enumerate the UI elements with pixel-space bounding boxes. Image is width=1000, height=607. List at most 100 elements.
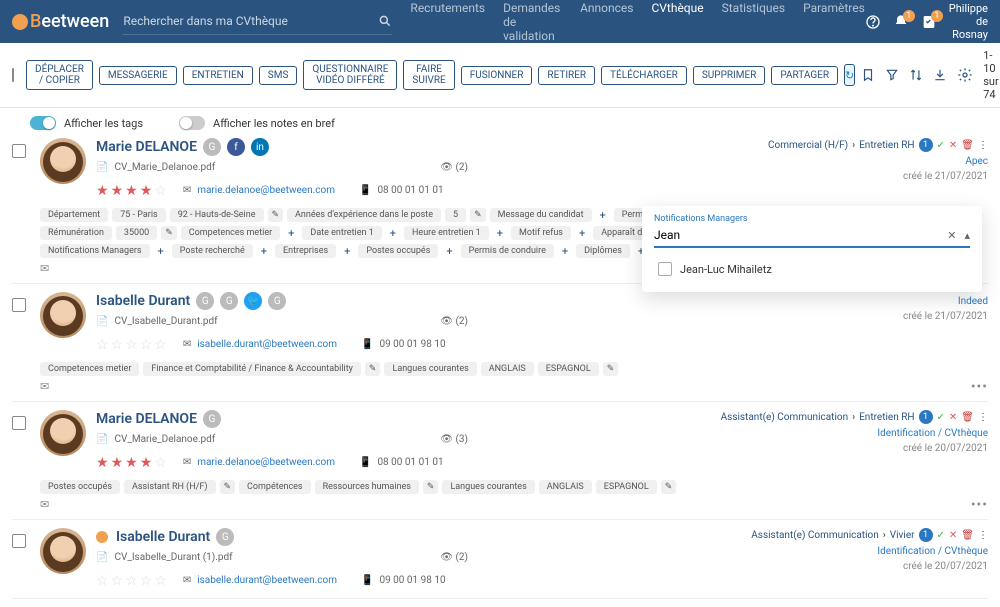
tag-chip[interactable]: ANGLAIS [481, 362, 534, 376]
add-tag-icon[interactable]: + [575, 227, 589, 240]
edit-tag-icon[interactable]: ✎ [423, 480, 439, 494]
nav-stats[interactable]: Statistiques [722, 0, 785, 55]
reject-icon[interactable]: ✕ [949, 530, 957, 541]
download-icon[interactable] [933, 68, 947, 82]
edit-tag-icon[interactable]: ✎ [268, 208, 284, 222]
job-link[interactable]: Assistant(e) Communication [751, 530, 878, 541]
star-rating[interactable]: ☆☆☆☆☆ [96, 337, 167, 353]
select-all-checkbox[interactable] [12, 68, 14, 82]
tag-chip[interactable]: Compétences [239, 480, 311, 494]
tag-chip[interactable]: Motif refus [511, 226, 571, 240]
btn-video[interactable]: QUESTIONNAIRE VIDÉO DIFFÉRÉ [303, 60, 397, 90]
source-link[interactable]: Identification / CVthèque [751, 546, 988, 557]
candidate-name[interactable]: Isabelle Durant [96, 293, 190, 309]
social-icon[interactable]: G [196, 292, 214, 310]
logo[interactable]: Beetween [12, 11, 109, 32]
filter-icon[interactable] [885, 68, 899, 82]
tag-chip[interactable]: Postes occupés [358, 244, 438, 258]
row-more-icon[interactable]: ••• [971, 497, 988, 513]
add-tag-icon[interactable]: + [257, 245, 271, 258]
sort-icon[interactable] [909, 68, 923, 82]
star-rating[interactable]: ☆☆☆☆☆ [96, 573, 167, 589]
toggle-notes[interactable] [179, 116, 205, 130]
social-icon[interactable]: G [220, 292, 238, 310]
tag-chip[interactable]: ESPAGNOL [538, 362, 599, 376]
bookmark-icon[interactable] [861, 68, 875, 82]
search-icon[interactable] [378, 14, 392, 28]
clear-icon[interactable]: ✕ [947, 229, 956, 242]
tag-chip[interactable]: ESPAGNOL [596, 480, 657, 494]
cv-filename[interactable]: CV_Isabelle_Durant.pdf [114, 316, 217, 327]
more-icon[interactable]: ⋮ [978, 412, 988, 423]
mail-outline-icon[interactable]: ✉ [12, 262, 49, 275]
candidate-name[interactable]: Marie DELANOE [96, 139, 197, 155]
tag-chip[interactable]: Heure entretien 1 [404, 226, 489, 240]
facebook-icon[interactable]: f [227, 138, 245, 156]
star-rating[interactable]: ★★★★☆ [96, 455, 167, 471]
delete-icon[interactable]: 🗑 [961, 412, 974, 423]
star-rating[interactable]: ★★★★☆ [96, 183, 167, 199]
source-link[interactable]: Identification / CVthèque [721, 428, 988, 439]
tag-chip[interactable]: Rémunération [40, 226, 112, 240]
social-icon[interactable]: G [268, 292, 286, 310]
source-link[interactable]: Apec [768, 156, 988, 167]
nav-cvtheque[interactable]: CVthèque [651, 0, 703, 55]
cv-filename[interactable]: CV_Marie_Delanoe.pdf [114, 162, 215, 173]
nav-params[interactable]: Paramètres [803, 0, 865, 55]
edit-tag-icon[interactable]: ✎ [470, 208, 486, 222]
add-tag-icon[interactable]: + [558, 245, 572, 258]
btn-telecharger[interactable]: TÉLÉCHARGER [601, 66, 687, 85]
btn-suivre[interactable]: FAIRE SUIVRE [403, 60, 454, 90]
more-icon[interactable]: ⋮ [978, 530, 988, 541]
stage-link[interactable]: Entretien RH [859, 412, 914, 423]
nav-validation[interactable]: Demandes de validation [503, 0, 562, 55]
tag-chip[interactable]: Permis de conduire [461, 244, 554, 258]
btn-entretien[interactable]: ENTRETIEN [183, 66, 253, 85]
mail-outline-icon[interactable]: ✉ [12, 380, 49, 393]
row-more-icon[interactable]: ••• [971, 379, 988, 395]
tag-chip[interactable]: Finance et Comptabilité / Finance & Acco… [143, 362, 361, 376]
btn-messagerie[interactable]: MESSAGERIE [99, 66, 177, 85]
tag-chip[interactable]: Assistant RH (H/F) [124, 480, 216, 494]
stage-link[interactable]: Entretien RH [859, 140, 914, 151]
edit-tag-icon[interactable]: ✎ [365, 362, 381, 376]
nav-annonces[interactable]: Annonces [580, 0, 633, 55]
btn-supprimer[interactable]: SUPPRIMER [693, 66, 766, 85]
email-link[interactable]: marie.delanoe@beetween.com [197, 185, 335, 196]
delete-icon[interactable]: 🗑 [961, 140, 974, 151]
edit-tag-icon[interactable]: ✎ [220, 480, 236, 494]
avatar[interactable] [40, 528, 86, 574]
add-tag-icon[interactable]: + [596, 209, 610, 222]
tag-chip[interactable]: Ressources humaines [315, 480, 419, 494]
btn-partager[interactable]: PARTAGER [771, 66, 838, 85]
user-menu[interactable]: Philippe de Rosnay [949, 2, 988, 42]
job-link[interactable]: Commercial (H/F) [768, 140, 848, 151]
row-checkbox[interactable] [12, 416, 26, 430]
reject-icon[interactable]: ✕ [949, 412, 957, 423]
option-checkbox[interactable] [658, 262, 672, 276]
add-tag-icon[interactable]: + [340, 245, 354, 258]
tag-chip[interactable]: Date entretien 1 [302, 226, 381, 240]
edit-tag-icon[interactable]: ✎ [603, 362, 619, 376]
social-icon[interactable]: G [203, 410, 221, 428]
stage-link[interactable]: Vivier [890, 530, 915, 541]
toggle-tags[interactable] [30, 116, 56, 130]
search-input[interactable]: Rechercher dans ma CVthèque [123, 8, 392, 35]
tag-chip[interactable]: 92 - Hauts-de-Seine [170, 208, 264, 222]
cv-filename[interactable]: CV_Marie_Delanoe.pdf [114, 434, 215, 445]
gear-icon[interactable] [957, 67, 973, 83]
chevron-up-icon[interactable]: ▴ [964, 229, 970, 242]
tasks-icon[interactable] [921, 14, 937, 30]
row-checkbox[interactable] [12, 298, 26, 312]
btn-retirer[interactable]: RETIRER [538, 66, 595, 85]
row-checkbox[interactable] [12, 144, 26, 158]
tag-chip[interactable]: Langues courantes [442, 480, 534, 494]
dropdown-option[interactable]: Jean-Luc Mihailetz [654, 254, 970, 284]
social-icon[interactable]: G [203, 138, 221, 156]
job-link[interactable]: Assistant(e) Communication [721, 412, 848, 423]
tag-chip[interactable]: Notifications Managers [40, 244, 150, 258]
edit-tag-icon[interactable]: ✎ [661, 480, 677, 494]
email-link[interactable]: isabelle.durant@beetween.com [197, 339, 337, 350]
bell-icon[interactable] [893, 14, 909, 30]
btn-deplacer[interactable]: DÉPLACER / COPIER [26, 60, 93, 90]
